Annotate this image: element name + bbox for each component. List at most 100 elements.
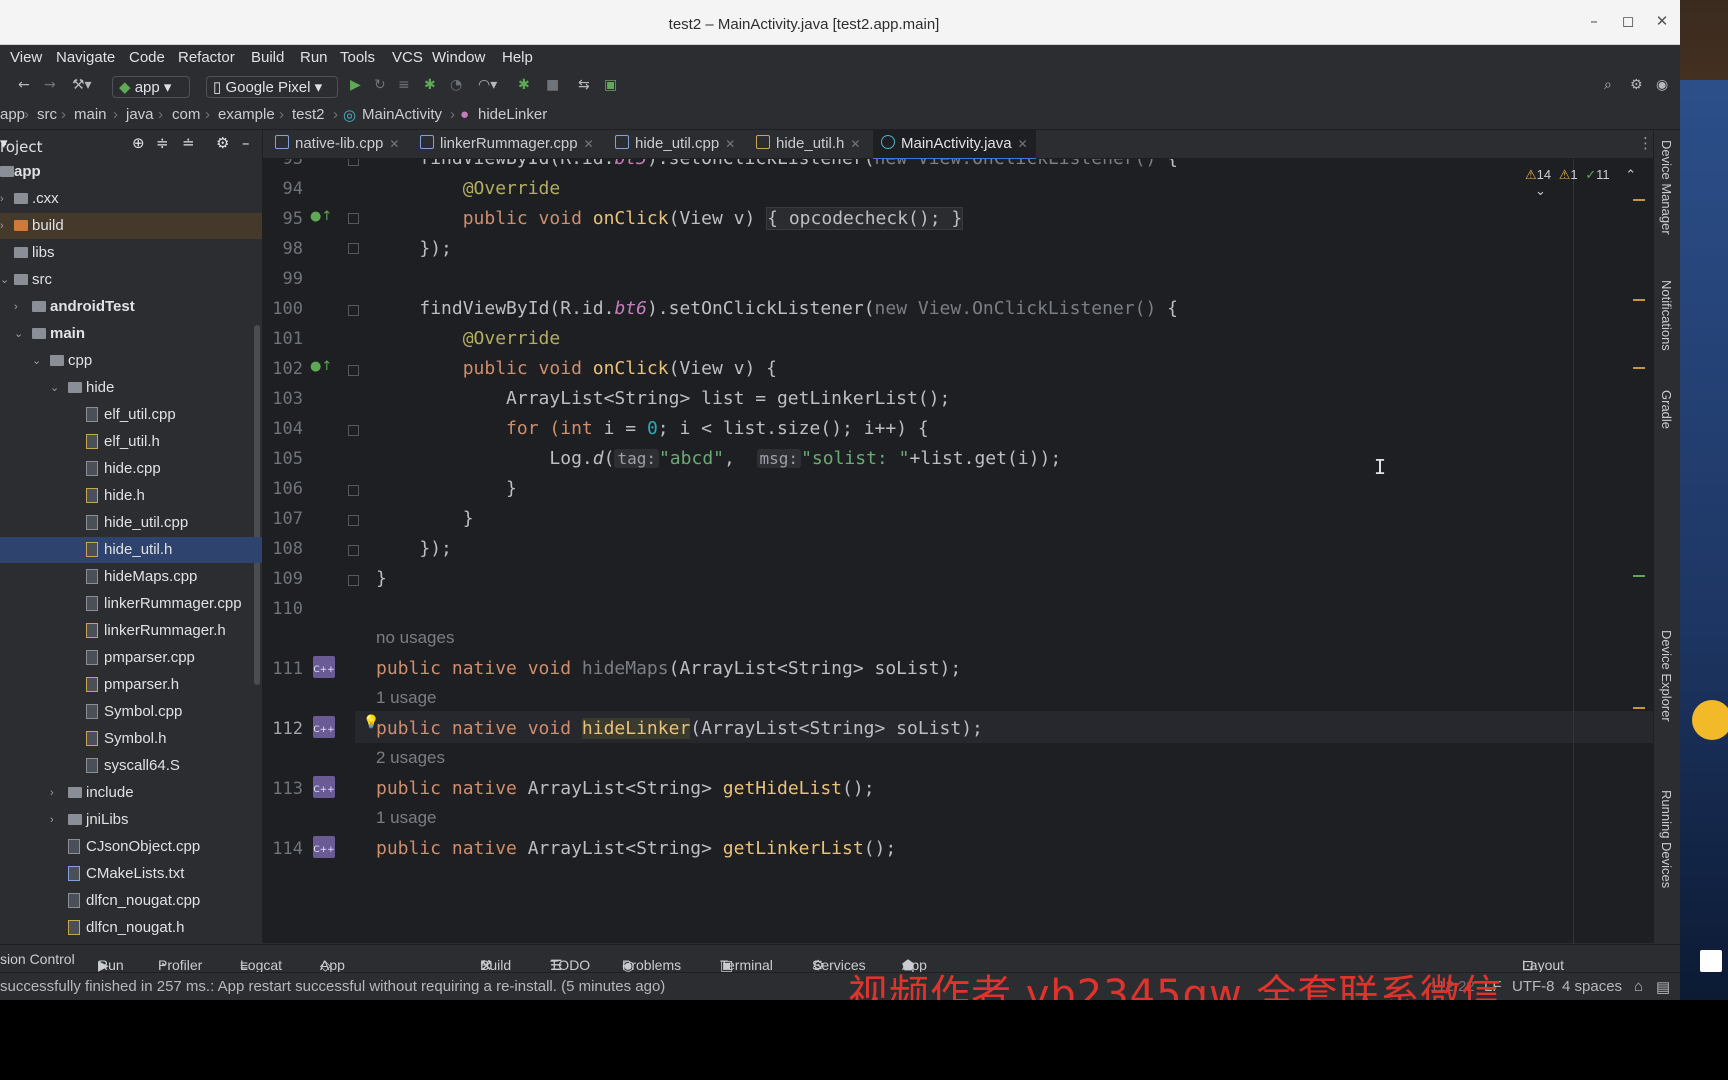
tree-item-pmparser-cpp[interactable]: pmparser.cpp xyxy=(0,645,262,671)
fold-icon[interactable] xyxy=(348,425,359,436)
device-manager-icon[interactable]: ▣ xyxy=(604,77,617,93)
tree-item-app[interactable]: ⌄app xyxy=(0,159,262,185)
file-encoding[interactable]: UTF-8 xyxy=(1512,978,1555,995)
fold-icon[interactable] xyxy=(348,485,359,496)
menu-build[interactable]: Build xyxy=(251,49,284,66)
fold-icon[interactable] xyxy=(348,243,359,254)
menu-run[interactable]: Run xyxy=(300,49,328,66)
breadcrumb-main[interactable]: main xyxy=(74,106,107,123)
tree-item-symbol-h[interactable]: Symbol.h xyxy=(0,726,262,752)
tool-device-explorer[interactable]: Device Explorer xyxy=(1659,630,1674,722)
rerun-icon[interactable]: ↻ xyxy=(374,77,386,93)
minimize-button[interactable]: – xyxy=(1584,12,1604,30)
breadcrumb-src[interactable]: src xyxy=(37,106,57,123)
usages-hint[interactable]: 1 usage xyxy=(376,688,437,708)
stop-icon[interactable]: ■ xyxy=(546,77,559,93)
expand-all-icon[interactable]: ≑ xyxy=(156,134,169,152)
locate-file-icon[interactable]: ⊕ xyxy=(132,134,145,152)
tool-running-devices[interactable]: Running Devices xyxy=(1659,790,1674,888)
usages-hint[interactable]: 2 usages xyxy=(376,748,445,768)
close-tab-icon[interactable]: ✕ xyxy=(584,137,594,151)
menu-vcs[interactable]: VCS xyxy=(392,49,423,66)
tree-item-linkerrummager-cpp[interactable]: linkerRummager.cpp xyxy=(0,591,262,617)
chevron-down-icon[interactable]: ⌄ xyxy=(1535,183,1546,198)
tree-item-build[interactable]: › build xyxy=(0,213,262,239)
tree-item-cpp[interactable]: ⌄ cpp xyxy=(0,348,262,374)
breadcrumb-hidelinker[interactable]: hideLinker xyxy=(478,106,547,123)
menu-navigate[interactable]: Navigate xyxy=(56,49,115,66)
close-tab-icon[interactable]: ✕ xyxy=(1018,137,1028,151)
tree-item-cxx[interactable]: › .cxx xyxy=(0,186,262,212)
breadcrumb-example[interactable]: example xyxy=(218,106,275,123)
close-tab-icon[interactable]: ✕ xyxy=(725,137,735,151)
fold-icon[interactable] xyxy=(348,575,359,586)
build-hammer-icon[interactable]: ⚒▾ xyxy=(72,77,92,93)
profile-icon[interactable]: ◔ xyxy=(450,77,462,93)
code-editor[interactable]: ⚠14 ⚠1 ✓11 ⌃ ⌄ 93 94 95 98 99 100 101 10… xyxy=(263,159,1653,943)
native-method-icon[interactable]: C++ xyxy=(313,656,335,678)
run-icon[interactable]: ▶ xyxy=(350,77,361,93)
tree-item-include[interactable]: › include xyxy=(0,780,262,806)
fold-icon[interactable] xyxy=(348,365,359,376)
warning-stripe[interactable] xyxy=(1633,367,1645,369)
warning-stripe[interactable] xyxy=(1633,299,1645,301)
forward-arrow-icon[interactable]: → xyxy=(44,77,56,93)
tree-item-libs[interactable]: libs xyxy=(0,240,262,266)
tree-item-androidtest[interactable]: › androidTest xyxy=(0,294,262,320)
debug-icon[interactable]: ✱ xyxy=(424,77,436,93)
warning-stripe[interactable] xyxy=(1633,707,1645,709)
tree-item-hide-cpp[interactable]: hide.cpp xyxy=(0,456,262,482)
search-icon[interactable]: ⌕ xyxy=(1604,77,1612,93)
implements-icon[interactable]: ●↑ xyxy=(310,209,332,224)
tree-item-dlfcn-nougat-h[interactable]: dlfcn_nougat.h xyxy=(0,915,262,941)
breadcrumb-test2[interactable]: test2 xyxy=(292,106,325,123)
breadcrumb-com[interactable]: com xyxy=(172,106,200,123)
folded-region[interactable]: { opcodecheck(); } xyxy=(766,207,964,230)
run-config-select[interactable]: ◆ app ▾ xyxy=(112,76,190,98)
tab-hide-util-h[interactable]: hide_util.h ✕ xyxy=(756,130,860,158)
tree-item-main[interactable]: ⌄ main xyxy=(0,321,262,347)
coverage-icon[interactable]: ◠▾ xyxy=(478,77,497,93)
tree-item-src[interactable]: ⌄ src xyxy=(0,267,262,293)
lock-icon[interactable]: ⌂ xyxy=(1634,978,1643,995)
tree-item-hide-util-cpp[interactable]: hide_util.cpp xyxy=(0,510,262,536)
fold-icon[interactable] xyxy=(348,159,359,166)
tree-item-hide-util-h[interactable]: hide_util.h xyxy=(0,537,262,563)
tree-item-hidemaps-cpp[interactable]: hideMaps.cpp xyxy=(0,564,262,590)
close-tab-icon[interactable]: ✕ xyxy=(850,137,860,151)
native-method-icon[interactable]: C++ xyxy=(313,776,335,798)
tree-item-elf-util-h[interactable]: elf_util.h xyxy=(0,429,262,455)
menu-help[interactable]: Help xyxy=(502,49,533,66)
tree-item-hide[interactable]: ⌄ hide xyxy=(0,375,262,401)
tree-item-dlfcn-nougat-cpp[interactable]: dlfcn_nougat.cpp xyxy=(0,888,262,914)
hide-panel-icon[interactable]: – xyxy=(242,134,250,152)
fold-icon[interactable] xyxy=(348,213,359,224)
fold-icon[interactable] xyxy=(348,545,359,556)
memory-icon[interactable]: ▤ xyxy=(1656,978,1670,996)
account-icon[interactable]: ◉ xyxy=(1656,77,1668,93)
breadcrumb-mainactivity[interactable]: MainActivity xyxy=(362,106,442,123)
native-method-icon[interactable]: C++ xyxy=(313,716,335,738)
close-button[interactable]: ✕ xyxy=(1652,12,1672,30)
tree-item-syscall64-s[interactable]: syscall64.S xyxy=(0,753,262,779)
breadcrumb-app[interactable]: app xyxy=(0,106,25,123)
tree-item-hide-h[interactable]: hide.h xyxy=(0,483,262,509)
tree-item-pmparser-h[interactable]: pmparser.h xyxy=(0,672,262,698)
sync-gradle-icon[interactable]: ⇆ xyxy=(578,77,590,93)
fold-icon[interactable] xyxy=(348,305,359,316)
tree-item-cjsonobject-cpp[interactable]: CJsonObject.cpp xyxy=(0,834,262,860)
tab-linkerrummager-cpp[interactable]: linkerRummager.cpp ✕ xyxy=(420,130,594,158)
tree-item-cmakelists[interactable]: CMakeLists.txt xyxy=(0,861,262,887)
inspections-widget[interactable]: ⚠14 ⚠1 ✓11 ⌃ ⌄ xyxy=(1525,167,1653,199)
attach-debugger-icon[interactable]: ✱ xyxy=(518,77,530,93)
usages-hint[interactable]: 1 usage xyxy=(376,808,437,828)
menu-window[interactable]: Window xyxy=(432,49,485,66)
settings-gear-icon[interactable]: ⚙ xyxy=(1630,77,1643,93)
tab-hide-util-cpp[interactable]: hide_util.cpp ✕ xyxy=(615,130,735,158)
project-view-select[interactable]: roject ▾ xyxy=(0,134,43,156)
change-stripe[interactable] xyxy=(1633,575,1645,577)
tabs-menu-icon[interactable]: ⋮ xyxy=(1638,134,1653,152)
indent-setting[interactable]: 4 spaces xyxy=(1562,978,1622,995)
apply-changes-icon[interactable]: ≡ xyxy=(398,77,410,93)
status-message[interactable]: successfully finished in 257 ms.: App re… xyxy=(0,978,665,995)
